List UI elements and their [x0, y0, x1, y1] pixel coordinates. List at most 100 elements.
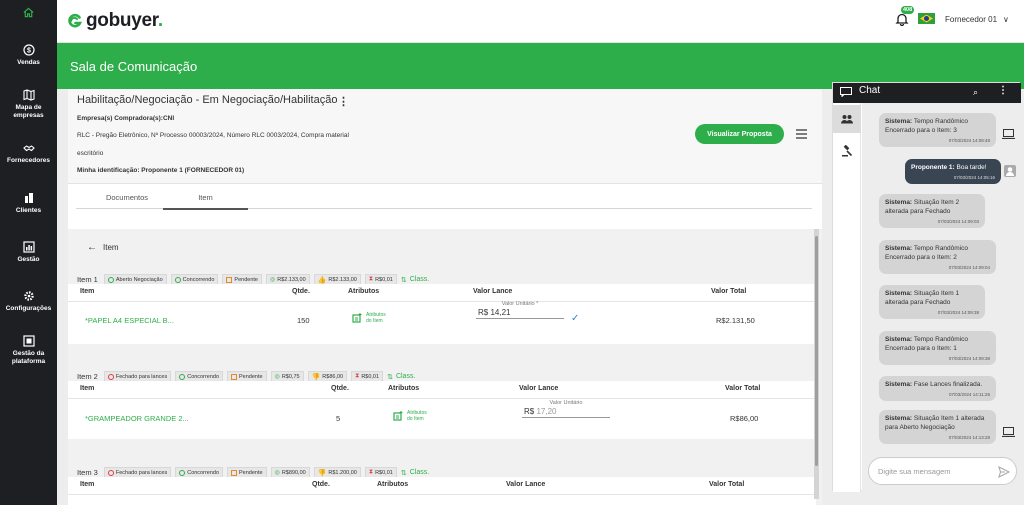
scrollbar-thumb[interactable] — [815, 236, 818, 466]
buyer-companies: Empresa(s) Compradora(s):CNI — [77, 115, 175, 122]
item-label: Item 1 — [77, 275, 98, 284]
send-icon[interactable] — [998, 466, 1010, 478]
more-options-icon[interactable]: ⋮ — [998, 85, 1008, 96]
sidebar-item-label: Gestão da plataforma — [11, 350, 46, 365]
chevron-down-icon: ∨ — [1003, 15, 1009, 24]
col-item: Item — [80, 481, 95, 488]
bid-input-disabled: Valor Unitário R$ 17,20 — [522, 400, 610, 418]
svg-text:$: $ — [27, 48, 31, 55]
more-options-icon[interactable]: ⋮ — [338, 95, 349, 108]
confirm-check-icon[interactable]: ✓ — [571, 313, 579, 324]
participants-button[interactable] — [833, 105, 861, 133]
user-name: Fornecedor 01 — [945, 15, 998, 24]
chat-message: Sistema: Fase Lances finalizada. 07/03/2… — [879, 376, 996, 401]
item-name-link[interactable]: *PAPEL A4 ESPECIAL B... — [85, 316, 174, 325]
sidebar-item-configuracoes[interactable]: Configurações — [0, 290, 57, 313]
sort-icon: ⇅ — [400, 276, 407, 284]
chat-header: Chat ⌕ ⋮ — [833, 83, 1021, 103]
gavel-icon — [842, 145, 853, 157]
chat-message: Sistema: Tempo Randômico Encerrado para … — [879, 240, 996, 274]
process-description-2: escritório — [77, 150, 104, 157]
item-table: Item Qtde. Atributos Valor Lance Valor T… — [68, 477, 816, 505]
chart-icon — [22, 241, 35, 253]
back-button[interactable]: ← Item — [87, 242, 119, 253]
topbar: gobuyer. 408 Fornecedor 01 ∨ — [57, 0, 1024, 43]
sidebar-item-label: Mapa de empresas — [13, 104, 44, 119]
bell-icon[interactable] — [895, 12, 909, 26]
user-menu[interactable]: Fornecedor 01 ∨ — [945, 15, 1009, 24]
map-icon — [22, 89, 35, 101]
sidebar: $ Vendas Mapa de empresas Fornecedores C… — [0, 0, 57, 505]
sidebar-item-mapa[interactable]: Mapa de empresas — [0, 89, 57, 120]
gobuyer-logo[interactable]: gobuyer. — [67, 10, 163, 32]
chat-message: Sistema: Situação Item 1 alterada para F… — [879, 285, 985, 319]
users-icon — [841, 115, 853, 124]
process-description: RLC - Pregão Eletrônico, Nº Processo 000… — [77, 132, 349, 139]
chat-input-bar — [862, 453, 1021, 492]
logo-icon — [68, 13, 83, 28]
gear-icon — [23, 291, 34, 301]
sidebar-item-gestao[interactable]: Gestão — [0, 241, 57, 264]
home-button[interactable] — [0, 0, 57, 24]
sidebar-item-fornecedores[interactable]: Fornecedores — [0, 142, 57, 165]
notification-badge: 408 — [901, 6, 915, 14]
item-total: R$86,00 — [730, 414, 759, 423]
item-total: R$2.131,50 — [716, 316, 755, 325]
bid-input[interactable]: Valor Unitário * R$ 14,21 — [476, 301, 564, 319]
sidebar-item-label: Clientes — [15, 207, 42, 214]
monitor-icon — [1002, 427, 1015, 437]
home-icon — [23, 7, 34, 17]
chat-icon — [840, 87, 852, 97]
col-bid: Valor Lance — [473, 288, 513, 295]
sort-icon: ⇅ — [387, 373, 393, 381]
col-total: Valor Total — [711, 288, 747, 295]
item-attributes-button[interactable]: Atributos do Item — [393, 410, 427, 422]
classification-button[interactable]: ⇅ Class. — [401, 469, 429, 477]
sidebar-item-label: Fornecedores — [7, 157, 50, 164]
chat-message: Sistema: Situação Item 1 alterada para A… — [879, 410, 996, 444]
brazil-flag-icon[interactable] — [918, 13, 935, 24]
building-icon — [24, 193, 33, 203]
chat-message: Sistema: Tempo Randômico Encerrado para … — [879, 331, 996, 365]
col-qty: Qtde. — [292, 288, 310, 295]
add-document-icon — [393, 411, 403, 421]
col-total: Valor Total — [725, 385, 761, 392]
chat-panel: Chat ⌕ ⋮ Sistema: Tempo Randômico Encerr… — [832, 82, 1021, 492]
view-proposal-button[interactable]: Visualizar Proposta — [695, 124, 784, 144]
tab-documentos[interactable]: Documentos — [96, 193, 158, 202]
item-qty: 5 — [336, 414, 341, 423]
classification-button[interactable]: ⇅ Class. — [401, 276, 429, 284]
sidebar-item-clientes[interactable]: Clientes — [0, 192, 57, 215]
main-panel: Habilitação/Negociação - Em Negociação/H… — [68, 89, 822, 505]
item-name-link[interactable]: *GRAMPEADOR GRANDE 2... — [85, 414, 189, 423]
col-bid: Valor Lance — [519, 385, 559, 392]
logo-text: gobuyer. — [86, 10, 163, 31]
search-icon[interactable]: ⌕ — [973, 87, 978, 98]
sidebar-item-label: Vendas — [17, 59, 40, 66]
item-attributes-button[interactable]: Atributos do Item — [352, 312, 386, 324]
message-input-wrapper — [868, 457, 1017, 485]
col-attrs: Atributos — [348, 288, 380, 295]
chat-message-mine: Proponente 1: Boa tarde! 07/03/2024 14:0… — [905, 159, 1001, 184]
chat-message: Sistema: Tempo Randômico Encerrado para … — [879, 113, 996, 147]
sidebar-item-label: Configurações — [5, 305, 52, 312]
classification-button[interactable]: ⇅ Class. — [387, 373, 415, 381]
col-total: Valor Total — [709, 481, 745, 488]
auction-button[interactable] — [833, 137, 861, 165]
back-label: Item — [103, 243, 119, 252]
message-input[interactable] — [878, 465, 988, 478]
arrow-left-icon: ← — [87, 242, 97, 253]
item-label: Item 2 — [77, 372, 98, 381]
col-bid: Valor Lance — [506, 481, 546, 488]
sidebar-item-gestao-plataforma[interactable]: Gestão da plataforma — [0, 335, 57, 366]
items-area: ← Item Item 1 Aberto Negociação Concorre… — [68, 229, 822, 505]
sidebar-item-vendas[interactable]: $ Vendas — [0, 44, 57, 67]
item-table: Item Qtde. Atributos Valor Lance Valor T… — [68, 284, 816, 344]
message-list: Sistema: Tempo Randômico Encerrado para … — [862, 103, 1021, 453]
tab-item[interactable]: Item — [163, 193, 248, 210]
dollar-icon: $ — [22, 44, 35, 56]
monitor-icon — [1002, 129, 1015, 139]
list-icon[interactable] — [796, 129, 807, 139]
col-item: Item — [80, 385, 95, 392]
col-qty: Qtde. — [331, 385, 349, 392]
